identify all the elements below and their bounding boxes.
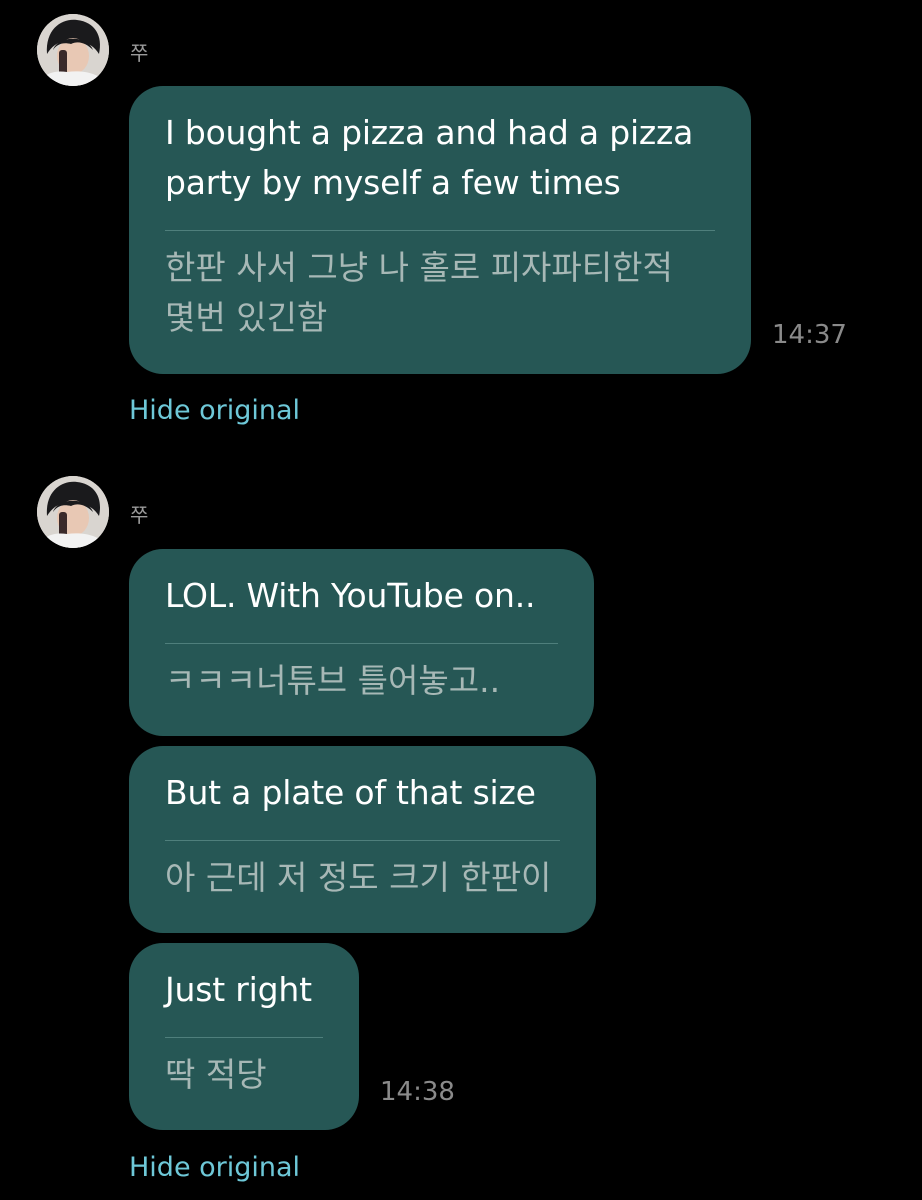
- avatar-photo-icon: [37, 14, 109, 86]
- original-text: 한판 사서 그냥 나 홀로 피자파티한적 몇번 있긴함: [165, 248, 673, 337]
- translated-text: I bought a pizza and had a pizza party b…: [165, 113, 694, 202]
- divider: [165, 230, 715, 231]
- divider: [165, 840, 560, 841]
- avatar[interactable]: [37, 14, 109, 86]
- message-bubble[interactable]: I bought a pizza and had a pizza party b…: [129, 86, 751, 374]
- sender-name: 쭈: [130, 503, 149, 527]
- translated-text: But a plate of that size: [165, 773, 536, 812]
- message-time: 14:38: [380, 1077, 455, 1107]
- original-text: 딱 적당: [165, 1055, 267, 1094]
- message-bubble[interactable]: LOL. With YouTube on.. ㅋㅋㅋ너튜브 틀어놓고..: [129, 549, 594, 736]
- original-text: ㅋㅋㅋ너튜브 틀어놓고..: [165, 661, 501, 700]
- message-bubble[interactable]: But a plate of that size 아 근데 저 정도 크기 한판…: [129, 746, 596, 933]
- divider: [165, 1037, 323, 1038]
- message-time: 14:37: [772, 320, 847, 350]
- avatar[interactable]: [37, 476, 109, 548]
- avatar-photo-icon: [37, 476, 109, 548]
- divider: [165, 643, 558, 644]
- original-text: 아 근데 저 정도 크기 한판이: [165, 858, 552, 897]
- sender-name: 쭈: [130, 41, 149, 65]
- hide-original-link[interactable]: Hide original: [129, 1152, 300, 1183]
- translated-text: LOL. With YouTube on..: [165, 576, 536, 615]
- translated-text: Just right: [165, 970, 312, 1009]
- hide-original-link[interactable]: Hide original: [129, 395, 300, 426]
- message-bubble[interactable]: Just right 딱 적당: [129, 943, 359, 1130]
